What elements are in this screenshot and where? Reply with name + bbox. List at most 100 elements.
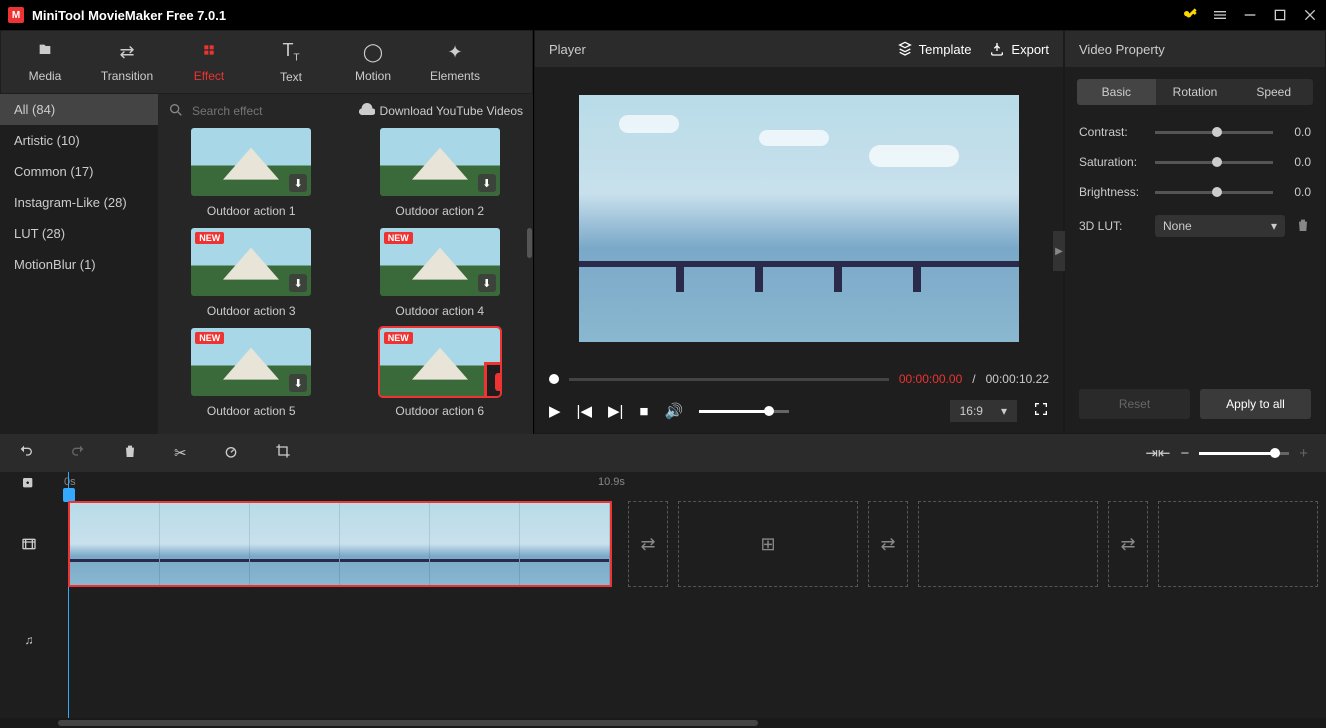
saturation-slider[interactable]	[1155, 161, 1273, 164]
progress-bar[interactable]: 00:00:00.00 / 00:00:10.22	[535, 369, 1063, 389]
crop-button[interactable]	[275, 443, 291, 463]
delete-button[interactable]	[122, 443, 138, 463]
audio-track-icon: ♫	[0, 592, 58, 688]
transition-slot[interactable]: ⇄	[868, 501, 908, 587]
contrast-label: Contrast:	[1079, 125, 1145, 139]
aspect-ratio-select[interactable]: 16:9▾	[950, 400, 1017, 422]
time-total: 00:00:10.22	[986, 372, 1049, 386]
effect-outdoor-action-3[interactable]: NEW⬇Outdoor action 3	[166, 228, 337, 318]
category-motionblur[interactable]: MotionBlur (1)	[0, 249, 158, 280]
lut-label: 3D LUT:	[1079, 219, 1145, 233]
empty-slot[interactable]: ⊞	[678, 501, 858, 587]
audio-track[interactable]	[58, 592, 1326, 688]
tool-text[interactable]: TTText	[251, 35, 331, 89]
effect-outdoor-action-5[interactable]: NEW⬇Outdoor action 5	[166, 328, 337, 418]
effect-outdoor-action-4[interactable]: NEW⬇Outdoor action 4	[355, 228, 526, 318]
contrast-value: 0.0	[1283, 125, 1311, 139]
redo-button[interactable]	[70, 443, 86, 463]
contrast-slider[interactable]	[1155, 131, 1273, 134]
snap-icon[interactable]: ⇥⇤	[1145, 444, 1170, 462]
category-lut[interactable]: LUT (28)	[0, 218, 158, 249]
menu-icon[interactable]	[1212, 7, 1228, 23]
tool-motion[interactable]: ◯Motion	[333, 35, 413, 89]
category-all[interactable]: All (84)	[0, 94, 158, 125]
zoom-slider[interactable]	[1199, 452, 1289, 455]
brightness-label: Brightness:	[1079, 185, 1145, 199]
download-icon[interactable]: ⬇	[289, 374, 307, 392]
tool-elements[interactable]: ✦Elements	[415, 35, 495, 89]
trash-icon[interactable]	[1295, 217, 1311, 236]
tab-rotation[interactable]: Rotation	[1156, 79, 1235, 105]
property-panel: ▶ Video Property Basic Rotation Speed Co…	[1065, 31, 1325, 433]
new-badge: NEW	[384, 232, 413, 244]
property-title: Video Property	[1065, 31, 1325, 67]
undo-button[interactable]	[18, 443, 34, 463]
empty-slot[interactable]	[918, 501, 1098, 587]
panel-expand-tab[interactable]: ▶	[1053, 231, 1065, 271]
close-icon[interactable]	[1302, 7, 1318, 23]
category-common[interactable]: Common (17)	[0, 156, 158, 187]
tool-effect[interactable]: Effect	[169, 35, 249, 89]
search-input[interactable]	[192, 104, 351, 118]
brightness-value: 0.0	[1283, 185, 1311, 199]
reset-button[interactable]: Reset	[1079, 389, 1190, 419]
volume-icon[interactable]: 🔊	[664, 402, 683, 420]
prev-button[interactable]: |◀	[577, 402, 592, 420]
new-badge: NEW	[195, 332, 224, 344]
download-icon[interactable]: ⬇	[289, 174, 307, 192]
split-button[interactable]: ✂	[174, 444, 187, 462]
scrollbar-thumb[interactable]	[527, 228, 532, 258]
app-title: MiniTool MovieMaker Free 7.0.1	[32, 8, 226, 23]
video-clip[interactable]	[68, 501, 612, 587]
effect-outdoor-action-2[interactable]: ⬇Outdoor action 2	[355, 128, 526, 218]
minimize-icon[interactable]	[1242, 7, 1258, 23]
timeline: ✂ ⇥⇤ − + ♫ 0s 10.9s ⇄	[0, 434, 1326, 728]
tool-media[interactable]: Media	[5, 35, 85, 89]
download-icon[interactable]: ⬇	[289, 274, 307, 292]
video-track-icon	[0, 496, 58, 592]
category-artistic[interactable]: Artistic (10)	[0, 125, 158, 156]
download-youtube-link[interactable]: Download YouTube Videos	[359, 103, 523, 119]
left-panel: Media ⇄Transition Effect TTText ◯Motion …	[0, 30, 534, 434]
tab-speed[interactable]: Speed	[1234, 79, 1313, 105]
effect-outdoor-action-6[interactable]: NEW+Outdoor action 6	[355, 328, 526, 418]
next-button[interactable]: ▶|	[608, 402, 623, 420]
timeline-ruler[interactable]: 0s 10.9s	[58, 472, 1326, 496]
category-instagram[interactable]: Instagram-Like (28)	[0, 187, 158, 218]
lut-select[interactable]: None▾	[1155, 215, 1285, 237]
stop-button[interactable]: ■	[639, 403, 648, 420]
saturation-label: Saturation:	[1079, 155, 1145, 169]
empty-slot[interactable]	[1158, 501, 1318, 587]
app-logo: M	[8, 7, 24, 23]
new-badge: NEW	[195, 232, 224, 244]
transition-slot[interactable]: ⇄	[1108, 501, 1148, 587]
transition-slot[interactable]: ⇄	[628, 501, 668, 587]
volume-slider[interactable]	[699, 410, 789, 413]
download-icon[interactable]: ⬇	[478, 274, 496, 292]
zoom-in-button[interactable]: +	[1299, 445, 1308, 462]
download-icon[interactable]: ⬇	[478, 174, 496, 192]
tool-transition[interactable]: ⇄Transition	[87, 35, 167, 89]
template-button[interactable]: Template	[897, 41, 972, 57]
effect-outdoor-action-1[interactable]: ⬇Outdoor action 1	[166, 128, 337, 218]
tab-basic[interactable]: Basic	[1077, 79, 1156, 105]
time-current: 00:00:00.00	[899, 372, 962, 386]
fullscreen-button[interactable]	[1033, 401, 1049, 421]
video-track[interactable]: ⇄ ⊞ ⇄ ⇄	[58, 496, 1326, 592]
saturation-value: 0.0	[1283, 155, 1311, 169]
timeline-scrollbar[interactable]	[0, 718, 1326, 728]
effects-grid: ⬇Outdoor action 1 ⬇Outdoor action 2 NEW ⬇…	[158, 128, 533, 434]
main-toolbar: Media ⇄Transition Effect TTText ◯Motion …	[1, 31, 532, 93]
effect-categories: All (84) Artistic (10) Common (17) Insta…	[0, 94, 158, 434]
apply-all-button[interactable]: Apply to all	[1200, 389, 1311, 419]
key-icon[interactable]	[1182, 7, 1198, 23]
brightness-slider[interactable]	[1155, 191, 1273, 194]
export-button[interactable]: Export	[989, 41, 1049, 57]
maximize-icon[interactable]	[1272, 7, 1288, 23]
zoom-out-button[interactable]: −	[1180, 445, 1189, 462]
play-button[interactable]: ▶	[549, 402, 561, 420]
new-badge: NEW	[384, 332, 413, 344]
add-track-button[interactable]	[0, 472, 58, 496]
speed-button[interactable]	[223, 443, 239, 463]
add-effect-button[interactable]: +	[484, 362, 500, 396]
